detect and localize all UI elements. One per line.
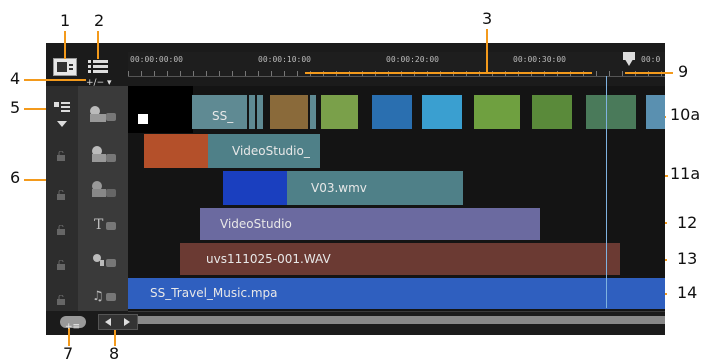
add-track-button[interactable]: +≡ bbox=[60, 316, 86, 332]
title-track-icon[interactable]: T bbox=[86, 214, 120, 234]
callout-9: 9 bbox=[678, 62, 689, 81]
black-clip[interactable] bbox=[128, 86, 193, 133]
track-manager-icon[interactable] bbox=[53, 99, 71, 113]
timeline-scrollbar[interactable] bbox=[138, 316, 665, 324]
voice-track-icon[interactable] bbox=[86, 250, 120, 270]
callout-12: 12 bbox=[677, 213, 698, 232]
voice-clip[interactable]: uvs111025-001.WAV bbox=[180, 243, 620, 275]
photo-clip[interactable] bbox=[586, 95, 636, 129]
timeline-list-icon bbox=[88, 60, 108, 73]
callout-line-2 bbox=[97, 31, 99, 59]
timeline-view-button[interactable] bbox=[86, 58, 110, 74]
svg-text:T: T bbox=[94, 217, 104, 233]
callout-line-3a bbox=[486, 29, 488, 73]
lock-icon[interactable] bbox=[56, 255, 66, 270]
callout-10a: 10a bbox=[670, 105, 701, 124]
transition-slot[interactable] bbox=[257, 95, 263, 129]
overlay-thumbnail bbox=[223, 171, 287, 205]
callout-14: 14 bbox=[677, 283, 698, 302]
callout-line-4 bbox=[24, 79, 86, 81]
transition-slot[interactable] bbox=[249, 95, 255, 129]
photo-clip[interactable] bbox=[532, 95, 572, 129]
scroll-buttons bbox=[98, 314, 138, 330]
video-clip[interactable]: SS_ bbox=[192, 95, 247, 129]
callout-7: 7 bbox=[63, 344, 74, 363]
callout-4: 4 bbox=[10, 69, 21, 88]
overlay-track-1[interactable]: VideoStudio_ bbox=[128, 133, 665, 171]
title-track[interactable]: VideoStudio bbox=[128, 207, 665, 243]
lock-icon[interactable] bbox=[56, 185, 66, 200]
ruler-time-10: 00:00:10:00 bbox=[258, 55, 311, 64]
title-clip-label: VideoStudio bbox=[220, 217, 292, 231]
storyboard-icon bbox=[57, 62, 73, 72]
storyboard-view-button[interactable] bbox=[53, 58, 77, 76]
callout-line-1 bbox=[64, 31, 66, 59]
overlay-clip-1[interactable]: VideoStudio_ bbox=[144, 134, 320, 168]
photo-clip[interactable] bbox=[321, 95, 358, 129]
ruler-time-20: 00:00:20:00 bbox=[386, 55, 439, 64]
music-track-icon[interactable]: ♫ bbox=[86, 285, 120, 305]
music-track[interactable]: SS_Travel_Music.mpa bbox=[128, 277, 665, 312]
title-clip[interactable]: VideoStudio bbox=[200, 208, 540, 240]
music-clip[interactable]: SS_Travel_Music.mpa bbox=[128, 278, 665, 309]
track-manager-dropdown-icon[interactable] bbox=[57, 121, 67, 127]
playhead-line[interactable] bbox=[606, 76, 607, 308]
callout-11a: 11a bbox=[670, 164, 701, 183]
video-track-icon[interactable] bbox=[86, 104, 120, 124]
overlay-thumbnail bbox=[144, 134, 208, 168]
ruler-time-40: 00:0 bbox=[641, 55, 661, 64]
svg-text:+≡: +≡ bbox=[65, 322, 80, 331]
callout-6: 6 bbox=[10, 168, 21, 187]
callout-5: 5 bbox=[10, 98, 21, 117]
scroll-right-icon[interactable] bbox=[124, 318, 130, 326]
photo-clip[interactable] bbox=[270, 95, 308, 129]
callout-13: 13 bbox=[677, 249, 698, 268]
overlay-clip-2-label: V03.wmv bbox=[311, 181, 367, 195]
playhead-handle[interactable] bbox=[623, 52, 635, 60]
callout-line-8 bbox=[114, 328, 116, 346]
add-track-icon: +≡ bbox=[65, 322, 80, 332]
overlay-track-1-icon[interactable] bbox=[86, 145, 120, 165]
transition-slot[interactable] bbox=[310, 95, 316, 129]
lock-icon[interactable] bbox=[56, 220, 66, 235]
overlay-track-2[interactable]: V03.wmv bbox=[128, 170, 665, 208]
callout-line-3b bbox=[305, 72, 592, 74]
music-clip-label: SS_Travel_Music.mpa bbox=[150, 286, 278, 300]
video-track[interactable]: SS_ bbox=[128, 86, 665, 134]
svg-text:♫: ♫ bbox=[92, 289, 104, 304]
callout-2: 2 bbox=[94, 11, 105, 30]
callout-8: 8 bbox=[109, 344, 120, 363]
overlay-clip-2[interactable]: V03.wmv bbox=[223, 171, 463, 205]
callout-line-9 bbox=[625, 72, 673, 74]
voice-clip-label: uvs111025-001.WAV bbox=[206, 252, 331, 266]
photo-clip[interactable] bbox=[646, 95, 665, 129]
lock-icon[interactable] bbox=[56, 146, 66, 161]
photo-clip[interactable] bbox=[422, 95, 462, 129]
voice-track[interactable]: uvs111025-001.WAV bbox=[128, 242, 665, 278]
ruler-time-0: 00:00:00:00 bbox=[130, 55, 183, 64]
scroll-left-icon[interactable] bbox=[105, 318, 111, 326]
photo-clip[interactable] bbox=[372, 95, 412, 129]
callout-1: 1 bbox=[60, 11, 71, 30]
overlay-clip-1-label: VideoStudio_ bbox=[232, 144, 310, 158]
lock-icon[interactable] bbox=[56, 290, 66, 305]
photo-clip[interactable] bbox=[474, 95, 520, 129]
overlay-track-2-icon[interactable] bbox=[86, 180, 120, 200]
clip-marker-icon bbox=[138, 114, 148, 124]
ruler-time-30: 00:00:30:00 bbox=[513, 55, 566, 64]
video-clip-label: SS_ bbox=[212, 109, 234, 123]
callout-3: 3 bbox=[482, 9, 493, 28]
